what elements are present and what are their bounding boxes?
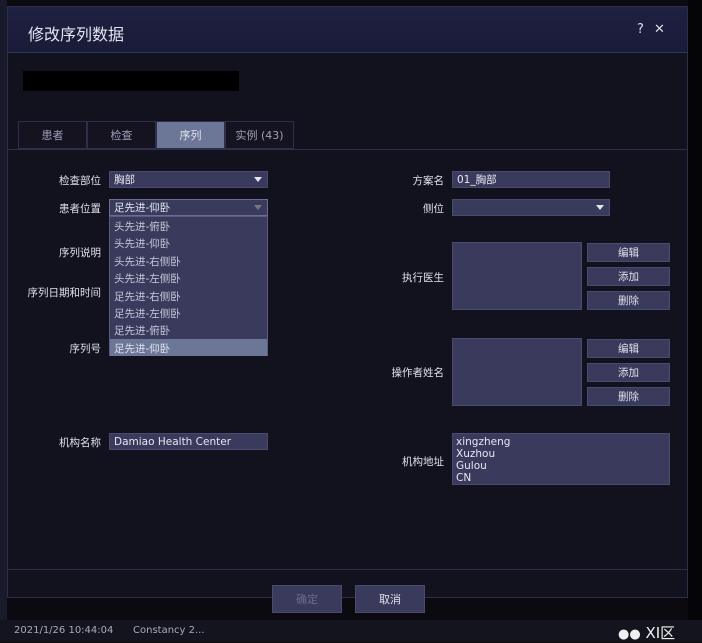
laterality-label: 侧位 <box>423 203 444 215</box>
operator-edit-button[interactable]: 编辑 <box>587 339 670 358</box>
patient-position-label: 患者位置 <box>59 203 101 215</box>
close-icon[interactable]: ✕ <box>654 22 665 37</box>
row-name: Constancy 2... <box>133 625 205 636</box>
address-line: xingzheng <box>456 436 511 448</box>
dropdown-option-selected[interactable]: 足先进-仰卧 <box>110 338 267 357</box>
operator-name-label: 操作者姓名 <box>391 367 445 379</box>
address-line: CN <box>456 472 472 484</box>
chevron-down-icon <box>596 205 604 210</box>
body-part-value: 胸部 <box>114 174 135 186</box>
operator-name-list[interactable] <box>452 338 582 406</box>
dropdown-option[interactable]: 头先进-右侧卧 <box>110 252 267 269</box>
dropdown-option[interactable]: 足先进-右侧卧 <box>110 287 267 304</box>
operator-add-button[interactable]: 添加 <box>587 363 670 382</box>
ok-button[interactable]: 确定 <box>272 585 342 613</box>
performing-physician-list[interactable] <box>452 242 582 310</box>
dialog-footer <box>8 569 687 570</box>
chevron-down-icon <box>254 205 262 210</box>
watermark-text: XI区 <box>645 624 676 642</box>
series-description-label: 序列说明 <box>59 247 101 259</box>
protocol-name-input[interactable]: 01_胸部 <box>452 171 610 188</box>
series-datetime-label: 序列日期和时间 <box>27 287 102 299</box>
laterality-select[interactable] <box>452 199 610 216</box>
redacted-patient-name <box>23 71 239 91</box>
dropdown-option[interactable]: 足先进-俯卧 <box>110 321 267 338</box>
dropdown-option[interactable]: 头先进-左侧卧 <box>110 269 267 286</box>
patient-position-select[interactable]: 足先进-仰卧 <box>109 199 268 216</box>
dialog-title: 修改序列数据 <box>28 25 125 44</box>
institution-name-input[interactable]: Damiao Health Center <box>109 433 268 450</box>
background-image-panel <box>688 0 702 642</box>
tab-study[interactable]: 检查 <box>87 121 156 149</box>
protocol-name-label: 方案名 <box>412 175 445 187</box>
address-line: Xuzhou <box>456 448 496 460</box>
dropdown-option[interactable]: 足先进-左侧卧 <box>110 304 267 321</box>
series-number-label: 序列号 <box>69 343 102 355</box>
performing-delete-button[interactable]: 删除 <box>587 291 670 310</box>
cancel-button[interactable]: 取消 <box>355 585 425 613</box>
watermark: ●● XI区 <box>618 622 675 643</box>
operator-delete-button[interactable]: 删除 <box>587 387 670 406</box>
dropdown-option[interactable]: 头先进-仰卧 <box>110 234 267 251</box>
performing-edit-button[interactable]: 编辑 <box>587 243 670 262</box>
background-app-left <box>0 0 7 642</box>
dropdown-option[interactable]: 头先进-俯卧 <box>110 217 267 234</box>
institution-address-label: 机构地址 <box>402 456 444 468</box>
help-button[interactable]: ? <box>637 22 644 37</box>
dialog-header: 修改序列数据 ? ✕ <box>8 7 687 53</box>
chevron-down-icon <box>254 177 262 182</box>
performing-physician-label: 执行医生 <box>402 272 444 284</box>
tab-series[interactable]: 序列 <box>156 121 225 149</box>
edit-series-dialog: 修改序列数据 ? ✕ 患者 检查 序列 实例 (43) 检查部位 胸部 患者位置… <box>7 6 688 613</box>
tab-instances[interactable]: 实例 (43) <box>225 121 294 149</box>
background-list-row: 2021/1/26 10:44:04 Constancy 2... <box>0 620 702 642</box>
body-part-select[interactable]: 胸部 <box>109 171 268 188</box>
row-datetime: 2021/1/26 10:44:04 <box>14 625 114 636</box>
institution-address-input[interactable]: xingzheng Xuzhou Gulou CN <box>452 433 670 485</box>
wechat-icon: ●● <box>618 627 641 642</box>
performing-add-button[interactable]: 添加 <box>587 267 670 286</box>
institution-name-label: 机构名称 <box>59 437 101 449</box>
tab-bar: 患者 检查 序列 实例 (43) <box>18 121 294 149</box>
address-line: Gulou <box>456 460 487 472</box>
patient-position-value: 足先进-仰卧 <box>114 202 171 214</box>
patient-position-dropdown: 头先进-俯卧 头先进-仰卧 头先进-右侧卧 头先进-左侧卧 足先进-右侧卧 足先… <box>109 216 268 357</box>
tab-patient[interactable]: 患者 <box>18 121 87 149</box>
body-part-label: 检查部位 <box>59 175 101 187</box>
